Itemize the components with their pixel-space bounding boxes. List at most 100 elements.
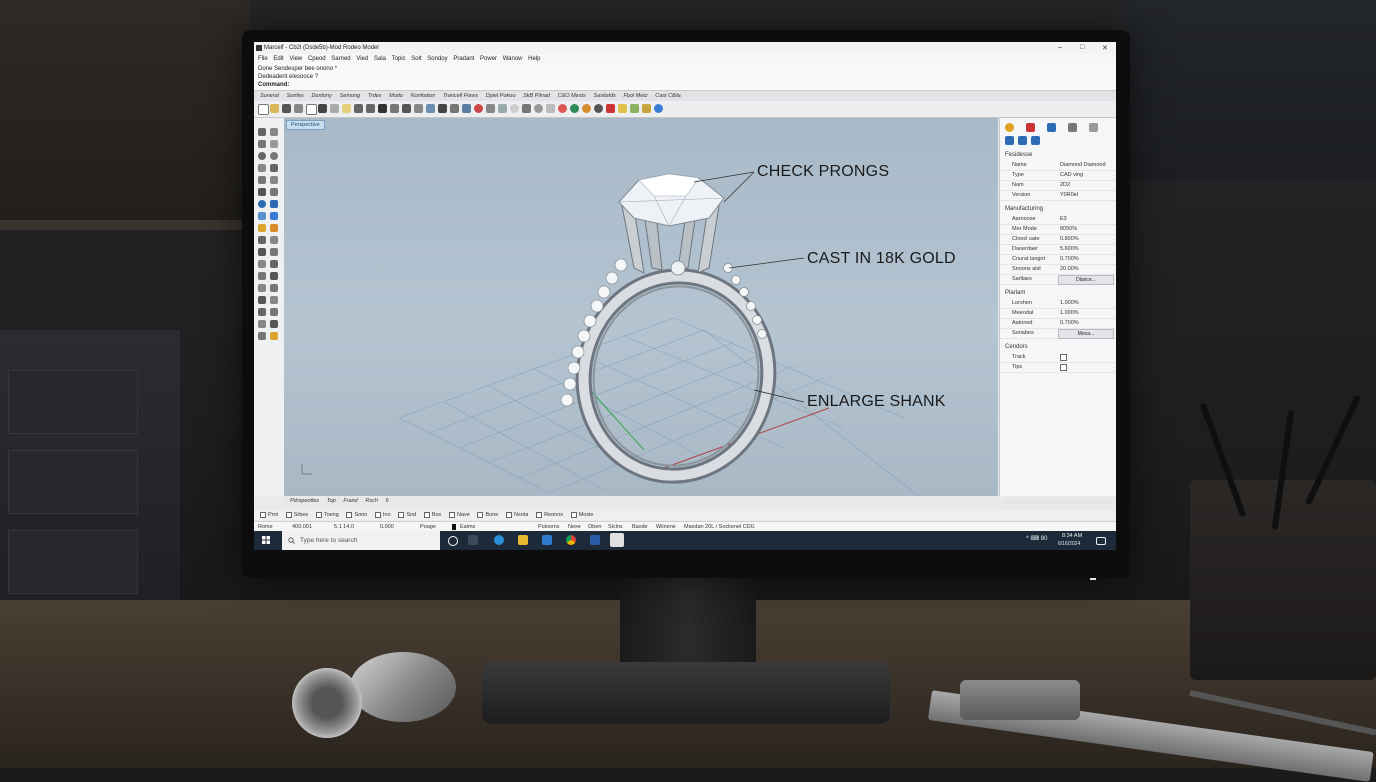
osnap-checkbox[interactable] xyxy=(346,511,353,518)
menu-item[interactable]: Sarned xyxy=(331,54,350,64)
pen-icon[interactable] xyxy=(606,104,615,113)
copy-icon[interactable] xyxy=(330,104,339,113)
zoom-icon[interactable] xyxy=(402,104,411,113)
help-icon[interactable] xyxy=(654,104,663,113)
ribbon-tab[interactable]: Modo xyxy=(389,91,403,101)
edge-browser-icon[interactable] xyxy=(494,535,504,545)
perspective-viewport[interactable]: Perspective CHECK PRONGS CAST IN 18K GOL… xyxy=(284,118,998,496)
property-value[interactable]: 8050% xyxy=(1060,226,1077,232)
lock-icon[interactable] xyxy=(546,104,555,113)
rotate-view-icon[interactable] xyxy=(390,104,399,113)
chamfer-tool-icon[interactable] xyxy=(270,284,278,292)
property-value[interactable]: 2D2 xyxy=(1060,182,1070,188)
record-icon[interactable] xyxy=(474,104,483,113)
menu-item[interactable]: Pradant xyxy=(453,54,474,64)
property-value[interactable]: 0.700% xyxy=(1060,320,1079,326)
check-tool-icon[interactable] xyxy=(270,320,278,328)
options-button[interactable]: Meca... xyxy=(1058,329,1114,339)
close-button[interactable]: ✕ xyxy=(1102,44,1108,52)
status-planar[interactable]: Oben xyxy=(588,523,601,531)
light-icon[interactable] xyxy=(522,104,531,113)
osnap-option[interactable]: Toeng xyxy=(315,510,339,520)
status-grid-snap[interactable]: Pulooms xyxy=(538,523,559,531)
material-panel-icon[interactable] xyxy=(1018,136,1027,145)
system-tray[interactable]: ^ ⌨ 80 xyxy=(1026,535,1047,542)
chrome-icon[interactable] xyxy=(566,535,576,545)
menu-item[interactable]: Solt xyxy=(411,54,421,64)
zoom-window-icon[interactable] xyxy=(414,104,423,113)
viewport-tab[interactable]: Rsch xyxy=(365,496,378,506)
osnap-option[interactable]: Ino xyxy=(375,510,391,520)
object-icon[interactable] xyxy=(1005,136,1014,145)
property-value[interactable]: Y0R0el xyxy=(1060,192,1078,198)
sphere-icon[interactable] xyxy=(510,104,519,113)
curve-tool-icon[interactable] xyxy=(258,176,266,184)
status-layer[interactable]: Eaims xyxy=(460,523,475,531)
menu-item[interactable]: Wanow xyxy=(503,54,523,64)
pan-icon[interactable] xyxy=(378,104,387,113)
measure-icon[interactable] xyxy=(486,104,495,113)
viewport-tab[interactable]: Top xyxy=(327,496,336,506)
rotate-tool-icon[interactable] xyxy=(258,248,266,256)
menu-item[interactable]: File xyxy=(258,54,268,64)
transform-tool-icon[interactable] xyxy=(258,224,266,232)
display-tab-icon[interactable] xyxy=(1047,123,1056,132)
polygon-tool-icon[interactable] xyxy=(270,164,278,172)
osnap-option[interactable]: Sonn xyxy=(346,510,367,520)
osnap-option[interactable]: Prnt xyxy=(260,510,278,520)
layer-color-swatch[interactable] xyxy=(452,524,456,530)
print-icon[interactable] xyxy=(294,104,303,113)
viewport-tab[interactable]: Pdrspeotles xyxy=(290,496,319,506)
texture-panel-icon[interactable] xyxy=(1031,136,1040,145)
property-value[interactable]: 0.800% xyxy=(1060,236,1079,242)
menu-item[interactable]: Help xyxy=(528,54,540,64)
grid-icon[interactable] xyxy=(498,104,507,113)
ribbon-tab[interactable]: Nonfiation xyxy=(411,91,436,101)
osnap-option[interactable]: Snd xyxy=(398,510,416,520)
open-folder-icon[interactable] xyxy=(270,104,279,113)
ribbon-tab[interactable]: Trdes xyxy=(368,91,382,101)
ribbon-tab[interactable]: Trancell Flaws xyxy=(443,91,478,101)
redo-icon[interactable] xyxy=(366,104,375,113)
zoom-extents-icon[interactable] xyxy=(426,104,435,113)
maximize-button[interactable]: □ xyxy=(1080,44,1084,51)
mirror-tool-icon[interactable] xyxy=(270,248,278,256)
ribbon-tab[interactable]: C&O Mests xyxy=(558,91,586,101)
minimize-button[interactable]: – xyxy=(1058,44,1062,51)
render-tab-icon[interactable] xyxy=(1068,123,1077,132)
track-checkbox[interactable] xyxy=(1060,354,1067,361)
osnap-option[interactable]: Nave xyxy=(448,510,470,520)
property-value[interactable]: 5.600% xyxy=(1060,246,1079,252)
osnap-checkbox[interactable] xyxy=(315,511,322,518)
light-tool-icon[interactable] xyxy=(270,332,278,340)
menu-item[interactable]: View xyxy=(289,54,302,64)
osnap-checkbox[interactable] xyxy=(536,511,543,518)
menu-item[interactable]: Sondoy xyxy=(427,54,447,64)
task-view-icon[interactable] xyxy=(468,535,478,545)
help-tab-icon[interactable] xyxy=(1089,123,1098,132)
osnap-checkbox[interactable] xyxy=(570,511,577,518)
trim-tool-icon[interactable] xyxy=(270,260,278,268)
annotation-tool-icon[interactable] xyxy=(270,308,278,316)
surface-tool-icon[interactable] xyxy=(258,188,266,196)
osnap-checkbox[interactable] xyxy=(448,511,455,518)
notifications-icon[interactable] xyxy=(1096,537,1106,545)
property-value[interactable]: 1.000% xyxy=(1060,300,1079,306)
ribbon-tab[interactable]: Cast Clbla xyxy=(655,91,680,101)
osnap-option[interactable]: Box xyxy=(423,510,441,520)
status-gumball[interactable]: Wiinene xyxy=(656,523,676,531)
circle-tool-icon[interactable] xyxy=(258,152,266,160)
box-tool-icon[interactable] xyxy=(270,200,278,208)
menu-item[interactable]: Edit xyxy=(273,54,283,64)
menu-item[interactable]: Sala xyxy=(374,54,386,64)
menu-item[interactable]: Cpeod xyxy=(308,54,326,64)
property-value[interactable]: 0.700% xyxy=(1060,256,1079,262)
cad-app-icon[interactable] xyxy=(610,533,624,547)
osnap-checkbox[interactable] xyxy=(398,511,405,518)
osnap-option[interactable]: Srbes xyxy=(285,510,308,520)
taskbar-search[interactable]: Type here to search xyxy=(282,531,440,550)
split-tool-icon[interactable] xyxy=(258,272,266,280)
new-file-icon[interactable] xyxy=(258,104,269,115)
panel-scrollbar[interactable] xyxy=(1002,498,1114,504)
shade-icon[interactable] xyxy=(534,104,543,113)
